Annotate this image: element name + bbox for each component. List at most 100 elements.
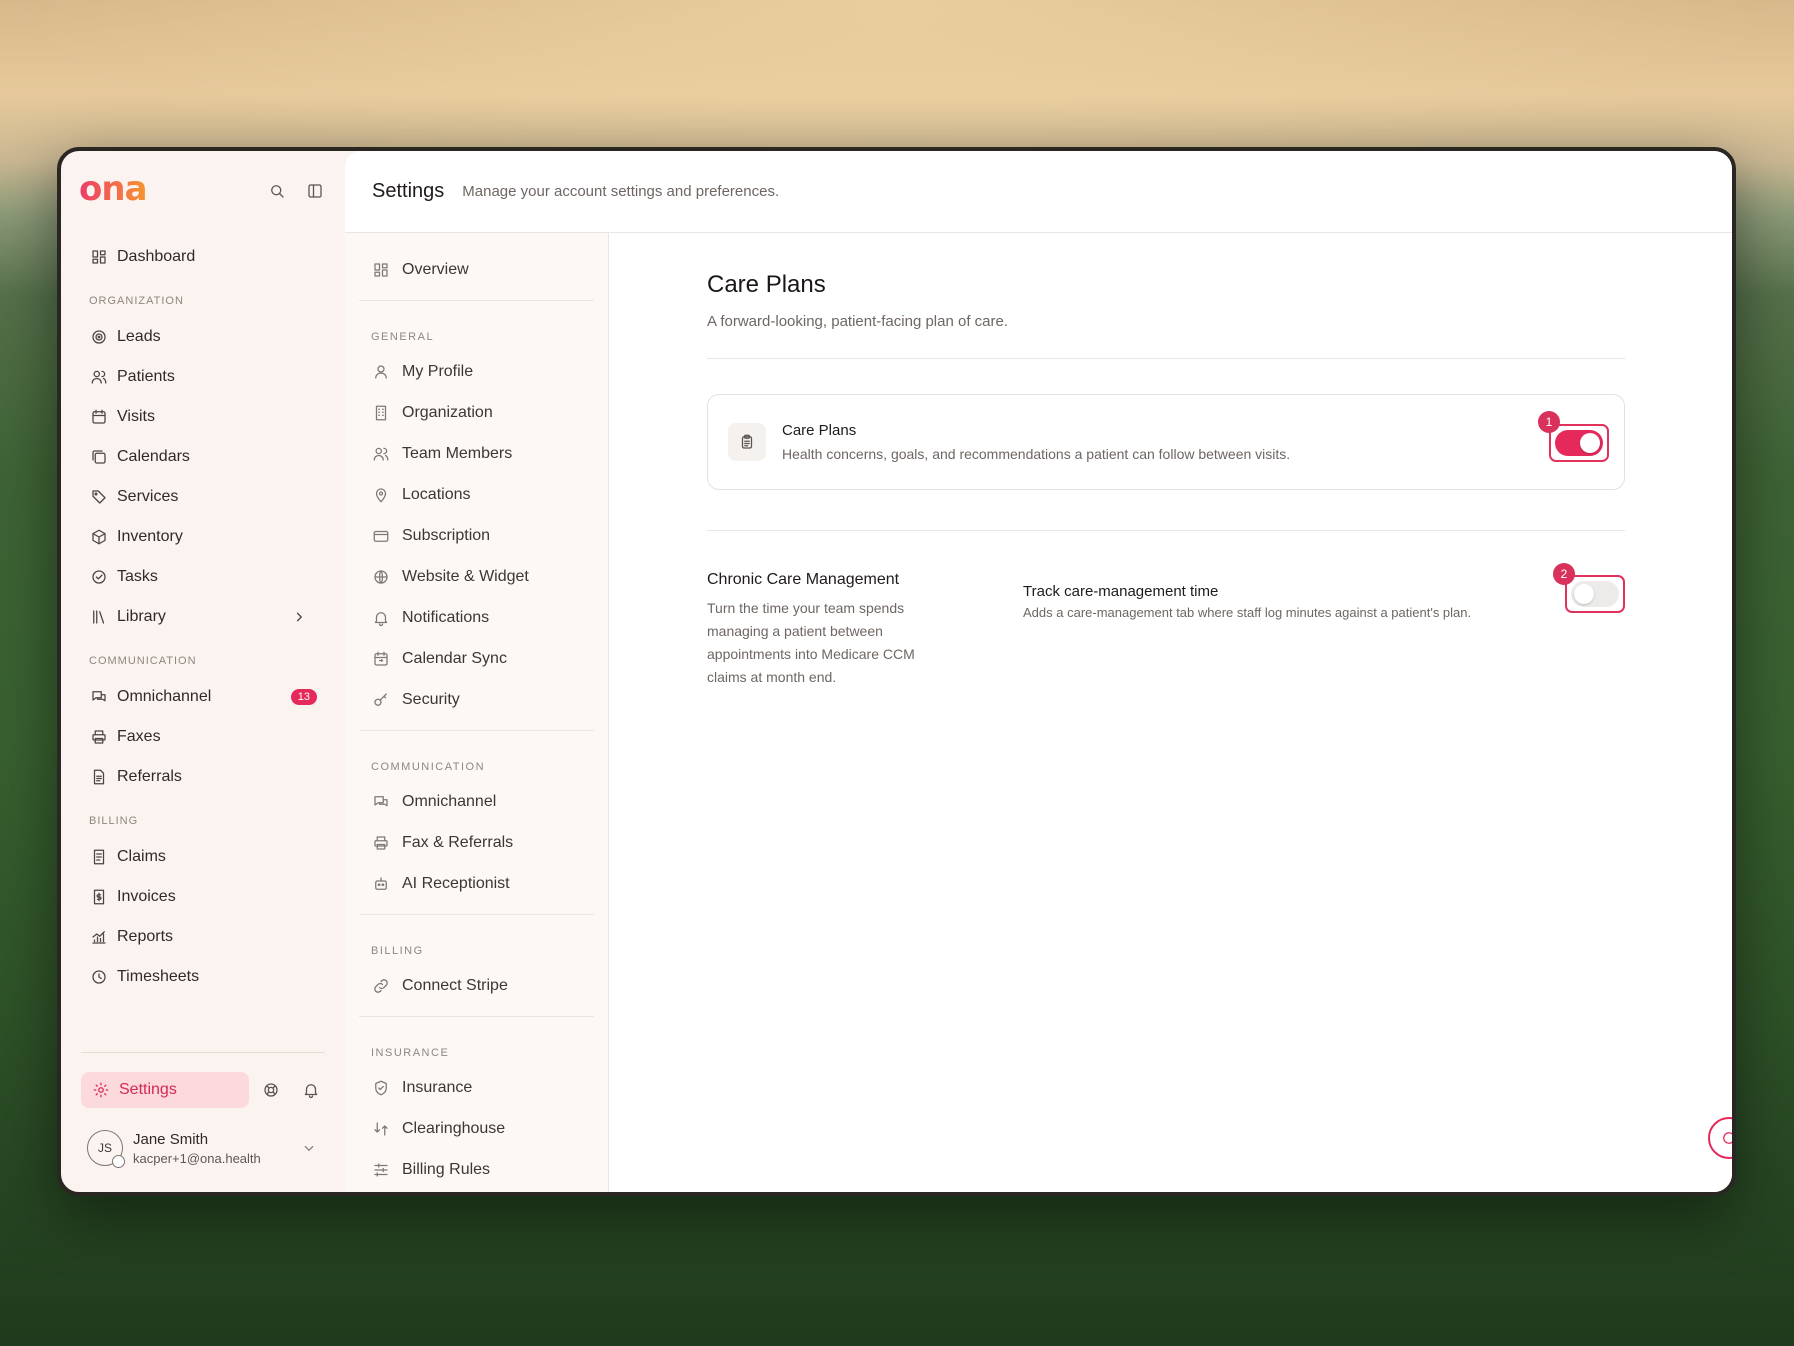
box-icon [89, 527, 109, 547]
sync-icon [371, 649, 391, 669]
ccm-section: Chronic Care Management Turn the time yo… [707, 563, 1625, 721]
help-icon[interactable] [261, 1080, 281, 1100]
unread-badge: 13 [290, 689, 317, 705]
sidebar-item-label: Calendars [117, 448, 190, 465]
sidebar-item-label: Library [117, 608, 166, 625]
chat-icon [1719, 1128, 1732, 1148]
sidebar-item-dashboard[interactable]: Dashboard [81, 237, 325, 277]
sidebar-item-inventory[interactable]: Inventory [81, 517, 325, 557]
settings-label: Settings [119, 1081, 177, 1098]
settings-nav-notifications[interactable]: Notifications [359, 597, 594, 638]
sidebar-item-timesheets[interactable]: Timesheets [81, 957, 325, 997]
settings-nav-label: Connect Stripe [402, 976, 508, 994]
ccm-toggle-highlight [1565, 575, 1625, 613]
app-window: ona Dashboard ORGANIZATION Leads Patients V… [57, 147, 1736, 1196]
settings-nav-omnichannel[interactable]: Omnichannel [359, 781, 594, 822]
settings-nav-clearinghouse[interactable]: Clearinghouse [359, 1108, 594, 1149]
toggle-knob [1574, 584, 1594, 604]
sidebar-item-label: Timesheets [117, 968, 200, 985]
card-description: Health concerns, goals, and recommendati… [782, 446, 1291, 462]
divider [359, 300, 594, 301]
page-header: Settings Manage your account settings an… [345, 151, 1732, 233]
ccm-title: Chronic Care Management [707, 571, 900, 588]
sidebar-item-patients[interactable]: Patients [81, 357, 325, 397]
bell-icon[interactable] [301, 1080, 321, 1100]
grid-icon [371, 260, 391, 280]
check-circle-icon [89, 567, 109, 587]
settings-nav-label: AI Receptionist [402, 874, 510, 892]
settings-nav-team-members[interactable]: Team Members [359, 433, 594, 474]
sidebar-item-claims[interactable]: Claims [81, 837, 325, 877]
settings-nav-label: Locations [402, 485, 471, 503]
settings-nav-section-label: BILLING [371, 945, 424, 957]
divider [707, 358, 1625, 359]
sidebar: ona Dashboard ORGANIZATION Leads Patients V… [61, 151, 345, 1192]
settings-nav-ai-receptionist[interactable]: AI Receptionist [359, 863, 594, 904]
settings-nav-connect-stripe[interactable]: Connect Stripe [359, 965, 594, 1006]
user-email: kacper+1@ona.health [133, 1150, 261, 1166]
settings-nav-label: Security [402, 690, 460, 708]
sidebar-item-referrals[interactable]: Referrals [81, 757, 325, 797]
calendars-icon [89, 447, 109, 467]
sidebar-item-faxes[interactable]: Faxes [81, 717, 325, 757]
settings-nav-website-and-widget[interactable]: Website & Widget [359, 556, 594, 597]
location-icon [371, 485, 391, 505]
sidebar-item-label: Invoices [117, 888, 176, 905]
step-marker: 1 [1538, 411, 1560, 433]
sidebar-item-tasks[interactable]: Tasks [81, 557, 325, 597]
transfer-icon [371, 1119, 391, 1139]
sidebar-item-label: Omnichannel [117, 688, 212, 705]
users-icon [89, 367, 109, 387]
ccm-description: Turn the time your team spends managing … [707, 600, 915, 685]
ccm-toggle[interactable] [1571, 581, 1619, 607]
sidebar-item-settings[interactable]: Settings [81, 1072, 249, 1108]
sidebar-toggle-icon[interactable] [305, 181, 325, 201]
help-fab[interactable] [1708, 1117, 1732, 1159]
settings-nav-security[interactable]: Security [359, 679, 594, 720]
gear-icon [91, 1080, 111, 1100]
settings-nav-section-label: INSURANCE [371, 1047, 450, 1059]
sidebar-item-label: Dashboard [117, 248, 196, 265]
settings-nav-my-profile[interactable]: My Profile [359, 351, 594, 392]
main-panel: Settings Manage your account settings an… [345, 151, 1732, 1192]
link-icon [371, 976, 391, 996]
settings-nav-overview[interactable]: Overview [359, 249, 594, 290]
clock-icon [89, 967, 109, 987]
chevron-down-icon[interactable] [299, 1138, 319, 1158]
sidebar-item-invoices[interactable]: Invoices [81, 877, 325, 917]
key-icon [371, 690, 391, 710]
settings-nav-fax-and-referrals[interactable]: Fax & Referrals [359, 822, 594, 863]
care-plans-toggle[interactable] [1555, 430, 1603, 456]
settings-nav-locations[interactable]: Locations [359, 474, 594, 515]
settings-nav: Overview GENERAL My Profile Organization Te… [345, 233, 609, 1192]
calendar-icon [89, 407, 109, 427]
settings-nav-billing-rules[interactable]: Billing Rules [359, 1149, 594, 1190]
settings-nav-calendar-sync[interactable]: Calendar Sync [359, 638, 594, 679]
divider [81, 1052, 325, 1053]
divider [359, 730, 594, 731]
sidebar-item-reports[interactable]: Reports [81, 917, 325, 957]
settings-nav-label: Omnichannel [402, 792, 497, 810]
ccm-option-description: Adds a care-management tab where staff l… [1023, 605, 1472, 620]
grid-icon [89, 247, 109, 267]
sidebar-item-omnichannel[interactable]: Omnichannel 13 [81, 677, 325, 717]
search-icon[interactable] [267, 181, 287, 201]
settings-nav-label: My Profile [402, 362, 474, 380]
tag-icon [89, 487, 109, 507]
sidebar-item-label: Patients [117, 368, 175, 385]
sidebar-item-leads[interactable]: Leads [81, 317, 325, 357]
sidebar-item-services[interactable]: Services [81, 477, 325, 517]
user-menu[interactable]: JS Jane Smith kacper+1@ona.health [87, 1130, 319, 1168]
step-marker: 2 [1553, 563, 1575, 585]
sidebar-item-library[interactable]: Library [81, 597, 325, 637]
settings-nav-subscription[interactable]: Subscription [359, 515, 594, 556]
sidebar-item-calendars[interactable]: Calendars [81, 437, 325, 477]
card-icon [371, 526, 391, 546]
settings-nav-organization[interactable]: Organization [359, 392, 594, 433]
settings-content: Care Plans A forward-looking, patient-fa… [707, 233, 1625, 721]
bell-icon [371, 608, 391, 628]
ccm-option-title: Track care-management time [1023, 583, 1219, 600]
settings-nav-insurance[interactable]: Insurance [359, 1067, 594, 1108]
users-icon [371, 444, 391, 464]
sidebar-item-visits[interactable]: Visits [81, 397, 325, 437]
